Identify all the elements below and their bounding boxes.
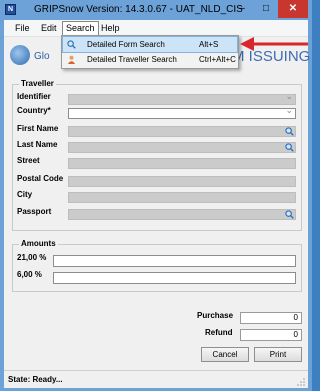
passport-label: Passport — [17, 207, 52, 216]
first-name-label: First Name — [17, 124, 59, 133]
search-icon[interactable] — [285, 210, 294, 219]
purchase-label: Purchase — [197, 311, 234, 320]
window-title: GRIPSnow Version: 14.3.0.67 - UAT_NLD_CI… — [34, 4, 243, 15]
print-button[interactable]: Print — [254, 347, 302, 362]
refund-label: Refund — [205, 328, 233, 337]
menu-item-detailed-traveller-search[interactable]: Detailed Traveller Search Ctrl+Alt+C — [63, 52, 237, 67]
app-window: N GRIPSnow Version: 14.3.0.67 - UAT_NLD_… — [0, 0, 312, 391]
red-arrow-icon — [240, 37, 308, 51]
rate-6-label: 6,00 % — [17, 270, 42, 279]
amounts-group: Amounts — [12, 239, 302, 292]
status-bar: State: Ready... — [4, 370, 308, 388]
close-button[interactable]: ✕ — [278, 0, 308, 18]
country-label: Country* — [17, 106, 51, 115]
resize-grip-icon[interactable] — [297, 378, 305, 386]
menu-file[interactable]: File — [12, 22, 33, 35]
menu-edit[interactable]: Edit — [38, 22, 60, 35]
menu-item-shortcut: Ctrl+Alt+C — [199, 55, 236, 64]
app-icon: N — [5, 4, 16, 15]
postal-code-field — [68, 176, 296, 187]
passport-field — [68, 209, 296, 220]
traveller-group-title: Traveller — [19, 79, 56, 88]
globe-logo-icon — [10, 45, 30, 65]
rate-21-label: 21,00 % — [17, 253, 47, 262]
search-icon[interactable] — [285, 143, 294, 152]
identifier-label: Identifier — [17, 92, 51, 101]
identifier-select — [68, 91, 296, 105]
menu-item-label: Detailed Traveller Search — [87, 55, 177, 64]
status-text: State: Ready... — [8, 375, 63, 384]
person-icon — [67, 55, 76, 64]
amount-21-input[interactable] — [53, 255, 296, 267]
search-dropdown-menu: Detailed Form Search Alt+S Detailed Trav… — [61, 35, 239, 69]
street-field — [68, 158, 296, 169]
menu-search[interactable]: Search — [62, 21, 99, 36]
refund-value: 0 — [240, 329, 302, 341]
purchase-value: 0 — [240, 312, 302, 324]
amount-6-input[interactable] — [53, 272, 296, 284]
magnifier-icon — [67, 40, 76, 49]
last-name-label: Last Name — [17, 140, 58, 149]
maximize-button[interactable]: □ — [254, 0, 278, 18]
menu-item-label: Detailed Form Search — [87, 40, 165, 49]
street-label: Street — [17, 156, 40, 165]
amounts-group-title: Amounts — [19, 239, 58, 248]
search-icon[interactable] — [285, 127, 294, 136]
cancel-button[interactable]: Cancel — [201, 347, 249, 362]
logo-text: Glo — [34, 51, 50, 62]
country-select[interactable] — [68, 105, 296, 119]
city-field — [68, 192, 296, 203]
menu-help[interactable]: Help — [98, 22, 123, 35]
minimize-button[interactable]: – — [230, 0, 254, 18]
title-bar[interactable]: N GRIPSnow Version: 14.3.0.67 - UAT_NLD_… — [0, 0, 312, 20]
city-label: City — [17, 190, 33, 199]
last-name-field — [68, 142, 296, 153]
menu-item-detailed-form-search[interactable]: Detailed Form Search Alt+S — [62, 36, 238, 53]
menu-item-shortcut: Alt+S — [199, 40, 219, 49]
postal-code-label: Postal Code — [17, 174, 64, 183]
first-name-field — [68, 126, 296, 137]
